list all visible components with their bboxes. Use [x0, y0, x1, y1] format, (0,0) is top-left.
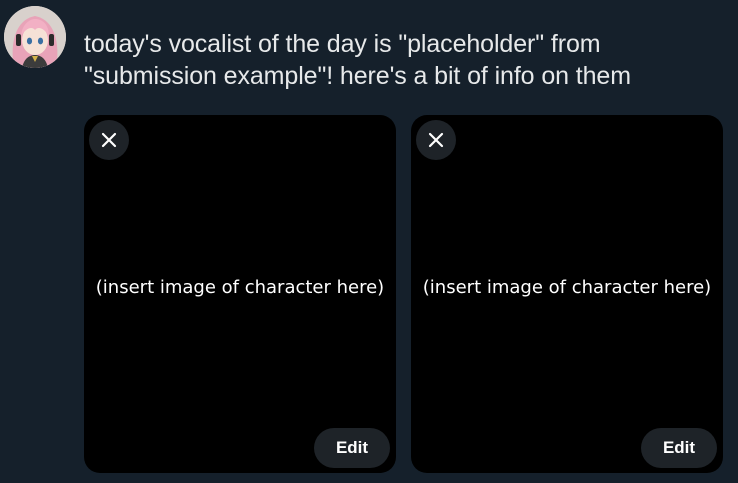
- media-placeholder-text: (insert image of character here): [95, 277, 385, 298]
- close-icon: [428, 132, 444, 148]
- remove-media-button[interactable]: [89, 120, 129, 160]
- remove-media-button[interactable]: [416, 120, 456, 160]
- media-attachment-1: (insert image of character here) Edit: [84, 115, 396, 473]
- media-placeholder-text: (insert image of character here): [422, 277, 712, 298]
- edit-media-button[interactable]: Edit: [641, 428, 717, 468]
- media-attachment-2: (insert image of character here) Edit: [411, 115, 723, 473]
- edit-media-button[interactable]: Edit: [314, 428, 390, 468]
- close-icon: [101, 132, 117, 148]
- post-text-input[interactable]: today's vocalist of the day is "placehol…: [84, 28, 724, 92]
- user-avatar-icon: [4, 6, 66, 68]
- avatar[interactable]: [4, 6, 66, 68]
